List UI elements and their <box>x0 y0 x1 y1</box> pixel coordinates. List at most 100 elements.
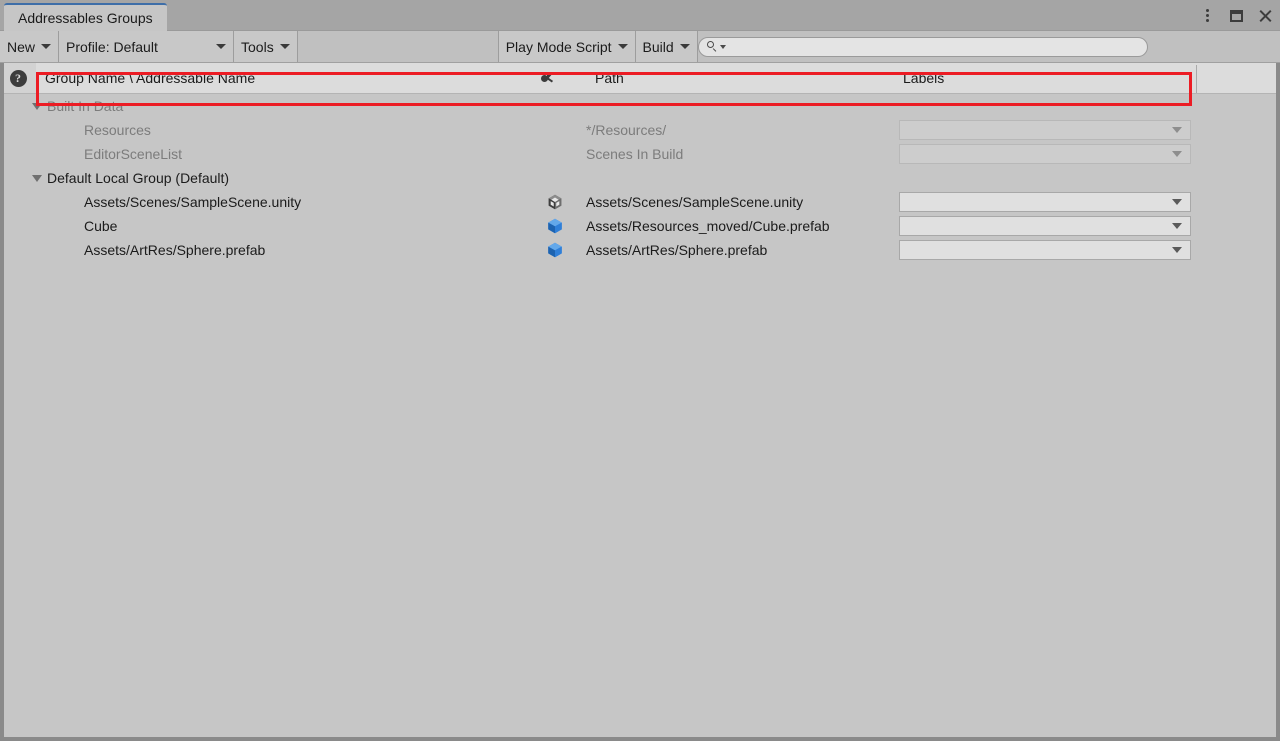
tree-row[interactable]: Resources */Resources/ <box>0 118 1280 142</box>
tab-addressables-groups[interactable]: Addressables Groups <box>4 3 167 31</box>
labels-dropdown <box>899 144 1191 164</box>
tab-label: Addressables Groups <box>18 10 153 26</box>
tree-row-name-label: Built In Data <box>47 98 124 114</box>
tools-button-label: Tools <box>241 38 274 55</box>
search-box[interactable] <box>697 36 1148 57</box>
tree-row-name-cell[interactable]: Default Local Group (Default) <box>0 166 562 190</box>
column-header-filler <box>1197 63 1280 94</box>
chevron-down-icon <box>279 44 290 49</box>
tools-button[interactable]: Tools <box>234 31 298 62</box>
tree-row-icon-cell <box>532 214 578 238</box>
chevron-down-icon <box>1172 247 1182 253</box>
chevron-down-icon <box>617 44 628 49</box>
toolbar: New Profile: Default Tools Play Mode Scr… <box>0 31 1280 63</box>
chevron-down-icon <box>1172 223 1182 229</box>
tree-row-icon-cell <box>532 238 578 262</box>
chevron-down-icon[interactable] <box>32 174 42 182</box>
search-filter-chevron-icon[interactable] <box>719 44 726 49</box>
tree-row-path-label: */Resources/ <box>586 122 667 138</box>
build-button-label: Build <box>642 38 674 55</box>
tree-row-name-cell[interactable]: EditorSceneList <box>0 142 614 166</box>
asset-type-icon <box>540 71 556 87</box>
column-header-icon[interactable] <box>532 63 586 94</box>
tree-row-path-label: Assets/Scenes/SampleScene.unity <box>586 194 804 210</box>
maximize-icon[interactable] <box>1227 7 1245 25</box>
tree-row-labels-cell <box>899 144 1191 164</box>
tree-row[interactable]: Assets/Scenes/SampleScene.unity Assets/Sc… <box>0 190 1280 214</box>
column-header-path-label: Path <box>595 70 624 86</box>
help-icon: ? <box>9 69 27 87</box>
column-header-divider <box>1196 65 1197 93</box>
column-header-labels-label: Labels <box>903 70 945 86</box>
new-button[interactable]: New <box>0 31 60 62</box>
tree-row[interactable]: Assets/ArtRes/Sphere.prefab Assets/ArtRes… <box>0 238 1280 262</box>
groups-tree[interactable]: Built In Data Resources */Resources/Editor… <box>0 94 1280 737</box>
column-header-name-label: Group Name \ Addressable Name <box>45 70 256 86</box>
window-border-left <box>0 63 4 741</box>
tree-row-path-cell: Scenes In Build <box>586 142 894 166</box>
build-button[interactable]: Build <box>635 31 698 62</box>
new-button-label: New <box>7 38 36 55</box>
help-button[interactable]: ? <box>0 63 36 94</box>
column-header-name[interactable]: Group Name \ Addressable Name <box>36 63 532 94</box>
tree-row-path-cell: Assets/Resources_moved/Cube.prefab <box>586 214 894 238</box>
tree-row-name-label: Cube <box>84 218 118 234</box>
toolbar-spacer <box>1151 31 1280 62</box>
chevron-down-icon <box>1172 151 1182 157</box>
column-header-labels[interactable]: Labels <box>894 63 1197 94</box>
chevron-down-icon <box>41 44 52 49</box>
tree-row-path-cell: Assets/Scenes/SampleScene.unity <box>586 190 894 214</box>
tree-row-name-label: Resources <box>84 122 151 138</box>
tree-row[interactable]: Default Local Group (Default) <box>0 166 1280 190</box>
tree-row-labels-cell <box>899 216 1191 236</box>
tree-row-path-cell: */Resources/ <box>586 118 894 142</box>
play-mode-script-button[interactable]: Play Mode Script <box>498 31 636 62</box>
prefab-icon <box>548 218 562 234</box>
tree-row-name-cell[interactable]: Resources <box>0 118 614 142</box>
search-input[interactable] <box>727 39 1147 54</box>
labels-dropdown[interactable] <box>899 240 1191 260</box>
unity-scene-icon <box>548 194 562 210</box>
tree-row-labels-cell <box>899 240 1191 260</box>
tree-row-name-cell[interactable]: Assets/ArtRes/Sphere.prefab <box>0 238 614 262</box>
tree-row[interactable]: Built In Data <box>0 94 1280 118</box>
tree-row-path-label: Assets/ArtRes/Sphere.prefab <box>586 242 768 258</box>
window-controls <box>1198 0 1274 31</box>
tree-row[interactable]: Cube Assets/Resources_moved/Cube.prefab <box>0 214 1280 238</box>
column-header-path[interactable]: Path <box>586 63 894 94</box>
play-mode-script-label: Play Mode Script <box>505 38 612 55</box>
kebab-menu-icon[interactable] <box>1198 7 1216 25</box>
tree-row-name-label: EditorSceneList <box>84 146 183 162</box>
search-area <box>697 31 1152 62</box>
labels-dropdown[interactable] <box>899 216 1191 236</box>
tree-row-icon-cell <box>532 190 578 214</box>
profile-button[interactable]: Profile: Default <box>59 31 235 62</box>
prefab-icon <box>548 242 562 258</box>
window-border-bottom <box>0 737 1280 741</box>
tree-row-labels-cell <box>899 120 1191 140</box>
chevron-down-icon[interactable] <box>32 102 42 110</box>
profile-button-label: Profile: Default <box>66 38 158 55</box>
tree-row[interactable]: EditorSceneList Scenes In Build <box>0 142 1280 166</box>
tree-row-name-label: Assets/ArtRes/Sphere.prefab <box>84 242 266 258</box>
addressables-groups-window: Addressables Groups New Profile: Default… <box>0 0 1280 741</box>
tree-row-name-cell[interactable]: Built In Data <box>0 94 562 118</box>
window-tab-bar: Addressables Groups <box>0 0 1280 31</box>
tree-row-name-cell[interactable]: Cube <box>0 214 614 238</box>
column-header-row: ? Group Name \ Addressable Name Path Lab… <box>0 63 1280 94</box>
tree-row-labels-cell <box>899 192 1191 212</box>
close-icon[interactable] <box>1256 7 1274 25</box>
chevron-down-icon <box>679 44 690 49</box>
chevron-down-icon <box>216 44 227 49</box>
labels-dropdown[interactable] <box>899 192 1191 212</box>
window-border-right <box>1276 63 1280 741</box>
tree-row-path-label: Assets/Resources_moved/Cube.prefab <box>586 218 830 234</box>
labels-dropdown <box>899 120 1191 140</box>
tree-row-name-label: Assets/Scenes/SampleScene.unity <box>84 194 302 210</box>
tree-row-name-cell[interactable]: Assets/Scenes/SampleScene.unity <box>0 190 614 214</box>
tree-row-path-cell: Assets/ArtRes/Sphere.prefab <box>586 238 894 262</box>
toolbar-gap <box>297 31 499 62</box>
tree-row-name-label: Default Local Group (Default) <box>47 170 230 186</box>
chevron-down-icon <box>1172 199 1182 205</box>
tree-row-path-label: Scenes In Build <box>586 146 684 162</box>
